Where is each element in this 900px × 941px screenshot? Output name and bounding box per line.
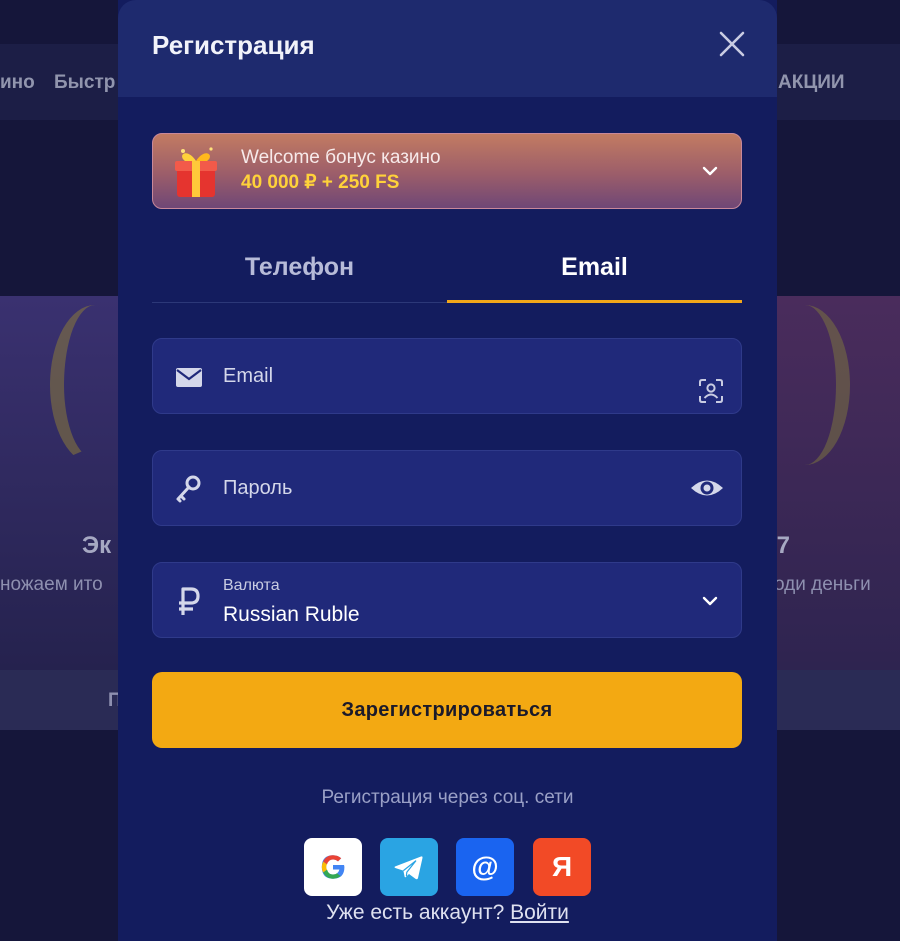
social-buttons: @ Я xyxy=(304,838,592,896)
login-link[interactable]: Войти xyxy=(510,901,569,924)
currency-value: Russian Ruble xyxy=(223,603,360,626)
autofill-contact-icon[interactable] xyxy=(697,377,725,405)
background-text: ножаем ито xyxy=(0,574,103,595)
mail-icon xyxy=(176,368,202,387)
modal-title: Регистрация xyxy=(152,30,315,60)
bonus-selector[interactable]: Welcome бонус казино 40 000 ₽ + 250 FS xyxy=(152,133,742,209)
registration-modal: Регистрация Welcome бонус казино 40 000 … xyxy=(118,0,777,941)
ruble-icon xyxy=(179,587,200,615)
tab-email[interactable]: Email xyxy=(447,238,742,302)
currency-select[interactable]: Валюта Russian Ruble xyxy=(152,562,742,638)
at-icon: @ xyxy=(471,851,499,882)
yandex-button[interactable]: Я xyxy=(533,838,591,896)
tab-phone[interactable]: Телефон xyxy=(152,238,447,302)
google-button[interactable] xyxy=(304,838,362,896)
chevron-down-icon xyxy=(702,166,718,176)
email-placeholder: Email xyxy=(223,365,274,387)
background-heading: Эк xyxy=(82,532,112,559)
yandex-icon: Я xyxy=(551,851,573,882)
password-placeholder: Пароль xyxy=(223,477,293,499)
close-icon xyxy=(719,31,745,57)
login-prompt: Уже есть аккаунт? xyxy=(326,901,505,924)
login-row: Уже есть аккаунт? Войти xyxy=(118,901,777,925)
close-button[interactable] xyxy=(714,26,750,62)
background-nav-item: ино xyxy=(0,72,35,93)
telegram-icon xyxy=(394,856,423,880)
background-nav-item: Быстр xyxy=(54,72,116,93)
bonus-amount: 40 000 ₽ + 250 FS xyxy=(241,172,400,193)
modal-header: Регистрация xyxy=(118,0,777,97)
telegram-button[interactable] xyxy=(380,838,438,896)
bonus-title: Welcome бонус казино xyxy=(241,147,441,168)
background-nav-item-promotions: АКЦИИ xyxy=(778,72,845,93)
mailru-button[interactable]: @ xyxy=(456,838,514,896)
eye-icon[interactable] xyxy=(689,473,725,503)
social-caption: Регистрация через соц. сети xyxy=(321,787,574,808)
key-icon xyxy=(176,475,201,503)
currency-label: Валюта xyxy=(223,577,280,594)
active-tab-indicator xyxy=(447,300,742,303)
background-text: оди деньги xyxy=(774,574,871,595)
email-field[interactable]: Email xyxy=(152,338,742,414)
chevron-down-icon xyxy=(702,596,718,606)
gift-icon xyxy=(175,147,217,197)
password-field[interactable]: Пароль xyxy=(152,450,742,526)
register-button[interactable]: Зарегистрироваться xyxy=(152,672,742,748)
google-icon xyxy=(321,855,345,879)
